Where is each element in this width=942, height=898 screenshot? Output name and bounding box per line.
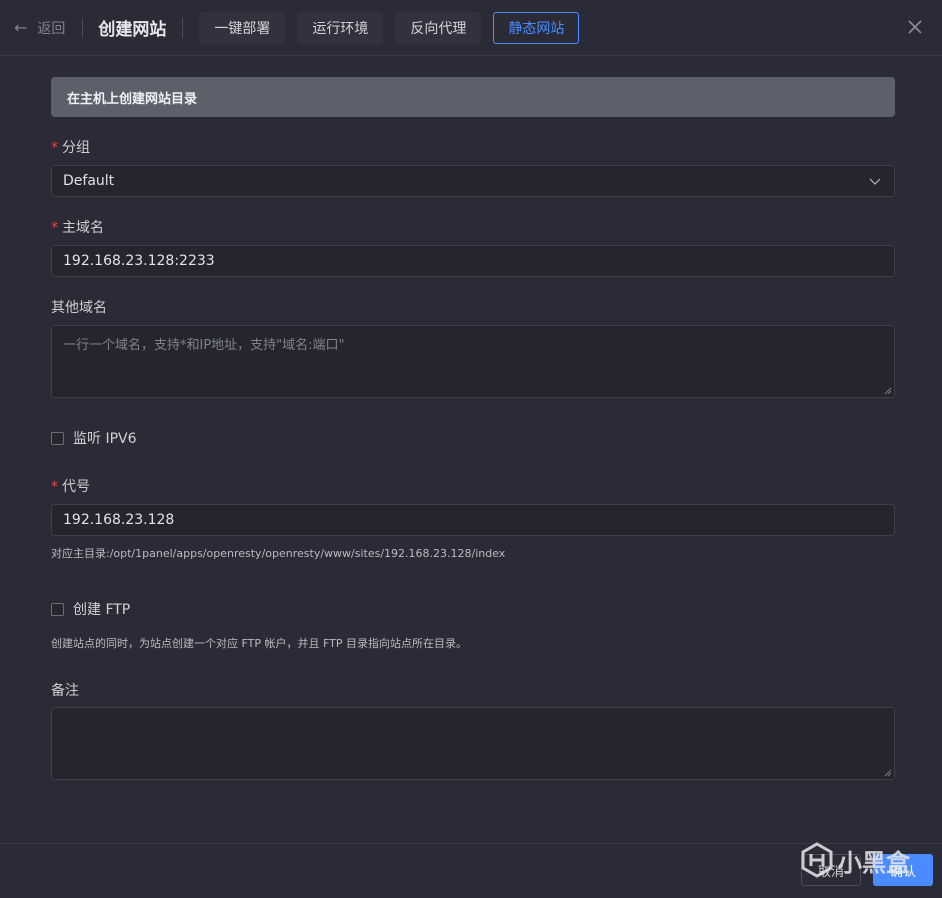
remark-label: 备注	[51, 683, 79, 699]
alias-input[interactable]: 192.168.23.128	[51, 504, 895, 536]
other-domains-label: 其他域名	[51, 300, 107, 316]
tab-static-site[interactable]: 静态网站	[493, 11, 580, 44]
tab-reverse-proxy[interactable]: 反向代理	[395, 11, 482, 44]
resize-handle-icon[interactable]	[884, 769, 892, 777]
back-button[interactable]: ← 返回	[14, 18, 65, 38]
divider	[82, 17, 84, 38]
dialog-header: ← 返回 创建网站 一键部署 运行环境 反向代理 静态网站	[0, 0, 942, 56]
cancel-button[interactable]: 取消	[801, 854, 861, 886]
tab-one-click-deploy[interactable]: 一键部署	[199, 11, 286, 44]
chevron-down-icon	[869, 178, 881, 185]
remark-textarea[interactable]	[51, 707, 895, 780]
primary-domain-label: * 主域名	[51, 220, 104, 236]
arrow-left-icon: ←	[14, 18, 28, 37]
confirm-button[interactable]: 确认	[873, 854, 933, 886]
other-domains-placeholder: 一行一个域名，支持*和IP地址，支持"域名:端口"	[63, 338, 345, 353]
back-label: 返回	[37, 20, 66, 37]
page-title: 创建网站	[98, 20, 167, 40]
alias-hint: 对应主目录:/opt/1panel/apps/openresty/openres…	[51, 547, 506, 560]
resize-handle-icon[interactable]	[884, 387, 892, 395]
group-label: * 分组	[51, 140, 90, 156]
close-icon[interactable]	[904, 16, 926, 38]
alias-label: * 代号	[51, 479, 90, 495]
section-banner: 在主机上创建网站目录	[51, 77, 895, 117]
alias-value: 192.168.23.128	[63, 512, 175, 528]
ftp-checkbox[interactable]: 创建 FTP	[51, 599, 130, 619]
group-select[interactable]: Default	[51, 165, 895, 197]
primary-domain-value: 192.168.23.128:2233	[63, 253, 215, 269]
ipv6-checkbox[interactable]: 监听 IPV6	[51, 428, 137, 448]
ipv6-label: 监听 IPV6	[73, 431, 137, 447]
checkbox-box[interactable]	[51, 602, 64, 616]
other-domains-textarea[interactable]: 一行一个域名，支持*和IP地址，支持"域名:端口"	[51, 325, 895, 398]
divider	[182, 17, 184, 38]
create-site-form: 在主机上创建网站目录 * 分组 Default * 主域名 192.168.23.1…	[51, 77, 895, 780]
primary-domain-input[interactable]: 192.168.23.128:2233	[51, 245, 895, 277]
checkbox-box[interactable]	[51, 431, 64, 445]
ftp-hint: 创建站点的同时，为站点创建一个对应 FTP 帐户，并且 FTP 目录指向站点所在…	[51, 637, 467, 650]
ftp-label: 创建 FTP	[73, 602, 131, 618]
tab-runtime[interactable]: 运行环境	[297, 11, 384, 44]
group-value: Default	[63, 173, 115, 189]
